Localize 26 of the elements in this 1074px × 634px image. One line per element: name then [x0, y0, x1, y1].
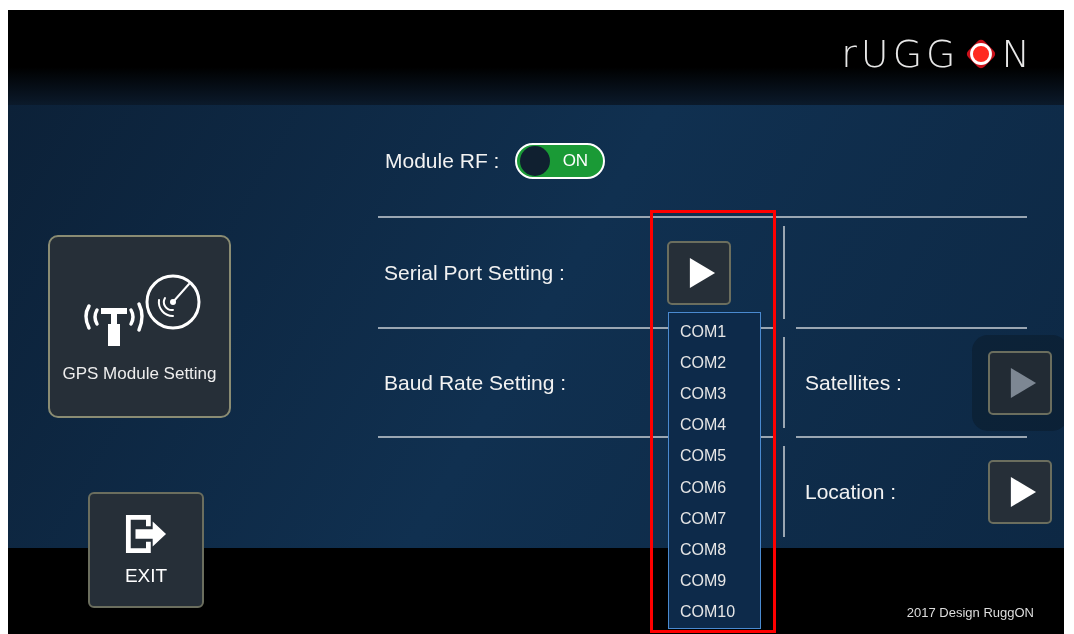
- port-option[interactable]: COM2: [669, 347, 760, 379]
- play-arrow-icon: [687, 256, 716, 289]
- info-label: Location :: [805, 479, 897, 504]
- setting-label: Baud Rate Setting :: [384, 370, 567, 395]
- port-option[interactable]: COM8: [669, 534, 760, 566]
- info-label: Satellites :: [805, 370, 902, 395]
- expand-button[interactable]: [988, 459, 1052, 524]
- exit-button[interactable]: EXIT: [88, 492, 204, 608]
- port-option[interactable]: COM5: [669, 440, 760, 472]
- play-arrow-icon: [1009, 366, 1037, 399]
- port-option[interactable]: COM1: [669, 316, 760, 348]
- port-option[interactable]: COM4: [669, 409, 760, 441]
- gps-module-setting-button[interactable]: GPS Module Setting: [48, 235, 231, 418]
- setting-label: Serial Port Setting :: [384, 260, 565, 285]
- port-option[interactable]: COM6: [669, 471, 760, 504]
- module-rf-label: Module RF :: [385, 148, 500, 173]
- port-option[interactable]: COM9: [669, 565, 760, 597]
- expand-button[interactable]: [666, 240, 731, 305]
- port-option[interactable]: COM7: [669, 503, 760, 535]
- port-option[interactable]: COM10: [669, 596, 760, 628]
- logo-text: rUGG: [841, 31, 960, 76]
- port-option[interactable]: COM3: [669, 378, 760, 410]
- copyright-text: 2017 Design RuggON: [906, 605, 1034, 620]
- play-arrow-icon: [1009, 475, 1037, 508]
- logo-text: N: [1001, 31, 1034, 76]
- module-rf-toggle[interactable]: ON: [515, 142, 606, 179]
